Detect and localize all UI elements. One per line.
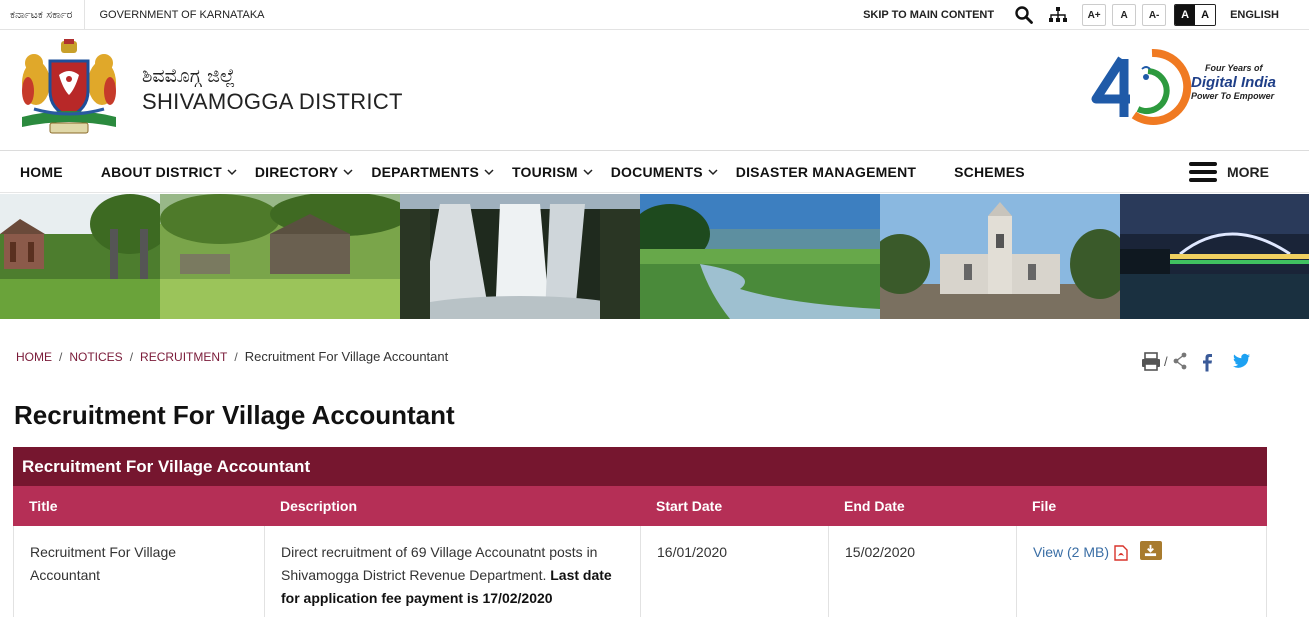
nav-disaster-management[interactable]: DISASTER MANAGEMENT (736, 164, 916, 180)
nav-directory-label: DIRECTORY (254, 163, 339, 180)
banner-image-bridge-night (1120, 194, 1309, 319)
twitter-icon[interactable] (1230, 350, 1252, 372)
file-view-label: View (2 MB) (1033, 544, 1109, 560)
chevron-down-icon (227, 168, 237, 175)
font-increase-button[interactable]: A+ (1082, 4, 1107, 26)
breadcrumb-separator: / (59, 349, 63, 364)
page-title: Recruitment For Village Accountant (14, 400, 455, 430)
chevron-down-icon (343, 168, 353, 175)
nav-about-label: ABOUT DISTRICT (100, 163, 222, 180)
facebook-icon[interactable] (1200, 350, 1214, 372)
chevron-down-icon (484, 168, 494, 175)
column-header-description: Description (280, 498, 358, 514)
gov-branding: ಕರ್ನಾಟಕ ಸರ್ಕಾರ GOVERNMENT OF KARNATAKA (10, 0, 265, 30)
page-tools: / (1140, 350, 1258, 372)
banner-strip (0, 194, 1309, 319)
site-title-kannada: ಶಿವಮೊಗ್ಗ ಜಿಲ್ಲೆ (142, 65, 236, 87)
search-icon[interactable] (1014, 5, 1034, 25)
high-contrast-button[interactable]: A (1175, 5, 1196, 25)
top-bar: ಕರ್ನಾಟಕ ಸರ್ಕಾರ GOVERNMENT OF KARNATAKA S… (0, 0, 1309, 30)
cell-file: View (2 MB) (1016, 526, 1267, 617)
skip-to-content-link[interactable]: SKIP TO MAIN CONTENT (863, 9, 994, 21)
site-title-english: SHIVAMOGGA DISTRICT (142, 89, 403, 114)
gov-kannada-link[interactable]: ಕರ್ನಾಟಕ ಸರ್ಕಾರ (10, 8, 72, 22)
column-header-file: File (1032, 498, 1057, 514)
nav-documents-label: DOCUMENTS (610, 163, 703, 180)
breadcrumb-separator: / (129, 349, 134, 364)
breadcrumb-current: Recruitment For Village Accountant (244, 349, 449, 364)
contrast-toggle: A A (1174, 4, 1217, 26)
nav-schemes[interactable]: SCHEMES (954, 164, 1025, 180)
nav-disaster-label: DISASTER MANAGEMENT (735, 163, 917, 180)
breadcrumb-separator: / (234, 349, 238, 364)
recruitment-table: Recruitment For Village Accountant Title… (13, 447, 1267, 617)
font-decrease-button[interactable]: A- (1142, 4, 1167, 26)
banner-image-waterfall (400, 194, 640, 319)
column-header-start-date: Start Date (656, 498, 723, 514)
gov-english-link[interactable]: GOVERNMENT OF KARNATAKA (99, 9, 264, 21)
chevron-down-icon (583, 168, 593, 175)
banner-image-church (880, 194, 1120, 319)
main-navigation: HOME ABOUT DISTRICT DIRECTORY DEPARTMENT… (0, 151, 1309, 193)
digital-india-line1: Four Years of (1205, 63, 1264, 73)
download-icon (1145, 544, 1157, 557)
hamburger-icon (1189, 162, 1217, 182)
breadcrumb-notices[interactable]: NOTICES (69, 350, 122, 364)
print-icon[interactable] (1140, 350, 1162, 372)
file-view-link[interactable]: View (2 MB) (1033, 541, 1128, 564)
nav-tourism[interactable]: TOURISM (512, 164, 593, 180)
column-header-title: Title (29, 498, 58, 514)
nav-departments-label: DEPARTMENTS (371, 163, 480, 180)
breadcrumb-home[interactable]: HOME (16, 350, 52, 364)
language-switch[interactable]: ENGLISH (1230, 9, 1279, 21)
karnataka-emblem-logo[interactable] (14, 39, 124, 139)
sitemap-icon[interactable] (1048, 5, 1068, 25)
share-icon[interactable] (1172, 350, 1188, 372)
banner-image-ruins (160, 194, 400, 319)
cell-end-date: 15/02/2020 (828, 526, 1016, 617)
digital-india-logo[interactable]: Four Years of Digital India Power To Emp… (1090, 41, 1290, 129)
digital-india-line2: Digital India (1191, 74, 1276, 91)
nav-tourism-label: TOURISM (512, 163, 578, 180)
accessibility-tools: SKIP TO MAIN CONTENT A+ A A- A A ENGLISH (863, 0, 1279, 30)
cell-start-date: 16/01/2020 (640, 526, 828, 617)
font-normal-button[interactable]: A (1112, 4, 1137, 26)
normal-contrast-button[interactable]: A (1195, 5, 1216, 25)
nav-departments[interactable]: DEPARTMENTS (371, 164, 494, 180)
more-label: MORE (1227, 164, 1269, 180)
nav-home[interactable]: HOME (20, 164, 63, 180)
cell-description: Direct recruitment of 69 Village Accouna… (264, 526, 640, 617)
more-menu-button[interactable]: MORE (1189, 151, 1269, 193)
banner-image-temple (0, 194, 160, 319)
pdf-icon (1114, 544, 1128, 561)
divider (84, 0, 86, 30)
download-button[interactable] (1139, 541, 1162, 560)
nav-home-label: HOME (20, 163, 63, 180)
site-title[interactable]: ಶಿವಮೊಗ್ಗ ಜಿಲ್ಲೆ SHIVAMOGGA DISTRICT (142, 65, 403, 115)
table-row: Recruitment For Village Accountant Direc… (13, 526, 1267, 617)
nav-directory[interactable]: DIRECTORY (255, 164, 353, 180)
table-caption: Recruitment For Village Accountant (13, 447, 1267, 486)
banner-image-river (640, 194, 880, 319)
nav-schemes-label: SCHEMES (954, 163, 1025, 180)
tools-separator: / (1164, 353, 1168, 369)
digital-india-line3: Power To Empower (1191, 91, 1275, 101)
breadcrumb: HOME / NOTICES / RECRUITMENT / Recruitme… (16, 349, 448, 364)
chevron-down-icon (708, 168, 718, 175)
column-header-end-date: End Date (844, 498, 905, 514)
nav-about-district[interactable]: ABOUT DISTRICT (101, 164, 237, 180)
nav-documents[interactable]: DOCUMENTS (611, 164, 718, 180)
cell-title: Recruitment For Village Accountant (13, 526, 264, 617)
table-header-row: Title Description Start Date End Date Fi… (13, 486, 1267, 526)
site-header: ಶಿವಮೊಗ್ಗ ಜಿಲ್ಲೆ SHIVAMOGGA DISTRICT Four… (0, 31, 1309, 151)
breadcrumb-recruitment[interactable]: RECRUITMENT (140, 350, 227, 364)
